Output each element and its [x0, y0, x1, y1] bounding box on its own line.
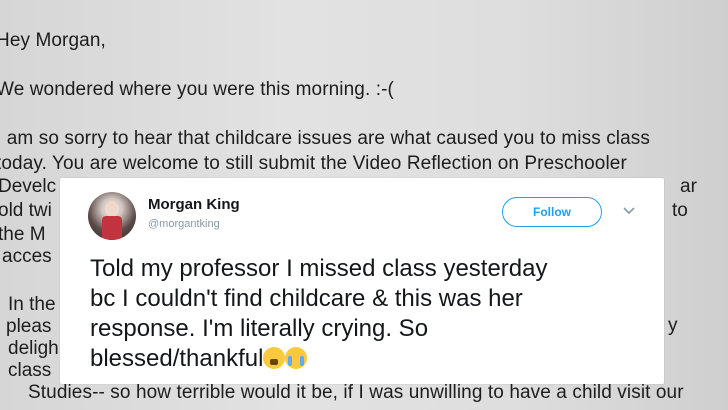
email-fragment: the M — [0, 224, 46, 245]
email-fragment: pleas — [6, 316, 52, 337]
email-line: We wondered where you were this morning.… — [0, 79, 394, 100]
avatar[interactable] — [88, 192, 136, 240]
email-fragment: to — [672, 200, 688, 221]
tweet-author-name[interactable]: Morgan King — [148, 196, 240, 213]
email-fragment: ar — [680, 176, 697, 197]
tweet-text-line: response. I'm literally crying. So — [90, 315, 429, 342]
tweet-text-line: Told my professor I missed class yesterd… — [90, 255, 548, 282]
tweet-text-line-last: blessed/thankful — [90, 344, 650, 374]
email-greeting: Hey Morgan, — [0, 30, 106, 51]
tweet-text-line: blessed/thankful — [90, 345, 264, 372]
email-fragment: Develc — [0, 176, 57, 197]
tweet-text-line: bc I couldn't find childcare & this was … — [90, 285, 523, 312]
email-fragment: old twi — [0, 200, 52, 221]
tweet-text: Told my professor I missed class yesterd… — [90, 254, 650, 374]
email-fragment: deligh — [8, 338, 59, 359]
loudly-crying-face-icon — [285, 347, 308, 369]
email-fragment: In the — [8, 294, 56, 315]
weary-face-icon — [263, 347, 286, 369]
follow-button[interactable]: Follow — [502, 197, 602, 227]
email-line: today. You are welcome to still submit t… — [0, 153, 627, 174]
email-fragment: class — [8, 360, 52, 381]
tweet-card: Morgan King @morgantking Follow Told my … — [60, 178, 664, 384]
email-line: I am so sorry to hear that childcare iss… — [0, 128, 650, 149]
email-fragment: acces — [2, 246, 52, 267]
email-fragment: y — [668, 315, 678, 336]
tweet-author-handle[interactable]: @morgantking — [148, 218, 220, 230]
email-line: Studies-- so how terrible would it be, i… — [28, 382, 684, 403]
chevron-down-icon[interactable] — [622, 204, 636, 218]
